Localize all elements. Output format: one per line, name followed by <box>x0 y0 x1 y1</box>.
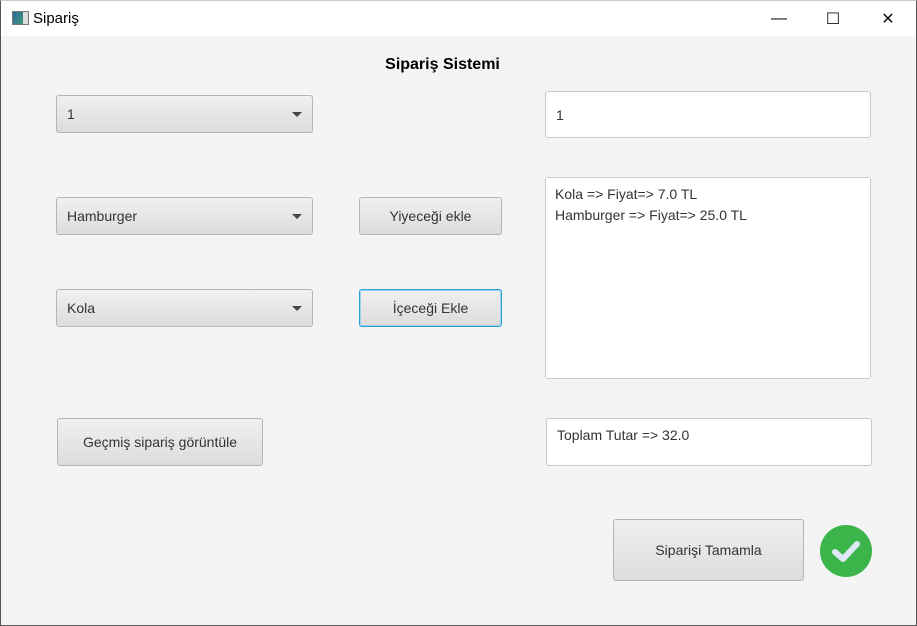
minimize-button[interactable]: — <box>756 1 802 36</box>
chevron-down-icon <box>292 214 302 219</box>
page-title: Sipariş Sistemi <box>385 56 500 73</box>
title-bar: Sipariş ☐ — ✕ <box>1 1 916 36</box>
order-history-button[interactable]: Geçmiş sipariş görüntüle <box>57 418 263 466</box>
chevron-down-icon <box>292 112 302 117</box>
close-button[interactable]: ✕ <box>865 1 911 36</box>
drink-combo[interactable]: Kola <box>56 289 313 327</box>
quantity-field[interactable]: 1 <box>545 91 871 138</box>
food-combo-value: Hamburger <box>67 208 138 224</box>
check-circle-icon <box>820 525 872 577</box>
app-icon <box>12 11 29 25</box>
add-drink-button[interactable]: İçeceği Ekle <box>359 289 502 327</box>
minimize-icon: — <box>771 9 787 27</box>
total-field[interactable]: Toplam Tutar => 32.0 <box>546 418 872 466</box>
complete-order-button[interactable]: Siparişi Tamamla <box>613 519 804 581</box>
chevron-down-icon <box>292 306 302 311</box>
quantity-combo-value: 1 <box>67 106 75 122</box>
total-text: Toplam Tutar => 32.0 <box>557 427 690 443</box>
order-list[interactable]: Kola => Fiyat=> 7.0 TL Hamburger => Fiya… <box>545 177 871 379</box>
window-title: Sipariş <box>33 10 79 27</box>
add-food-button[interactable]: Yiyeceği ekle <box>359 197 502 235</box>
list-item[interactable]: Hamburger => Fiyat=> 25.0 TL <box>555 205 861 226</box>
order-window: Sipariş ☐ — ✕ Sipariş Sistemi 1 Hamburge… <box>0 0 917 626</box>
drink-combo-value: Kola <box>67 300 96 316</box>
food-combo[interactable]: Hamburger <box>56 197 313 235</box>
maximize-icon: ☐ <box>825 10 841 28</box>
maximize-button[interactable]: ☐ <box>810 1 856 36</box>
quantity-combo[interactable]: 1 <box>56 95 313 133</box>
list-item[interactable]: Kola => Fiyat=> 7.0 TL <box>555 184 861 205</box>
quantity-field-value: 1 <box>556 107 564 123</box>
close-icon: ✕ <box>881 10 895 28</box>
